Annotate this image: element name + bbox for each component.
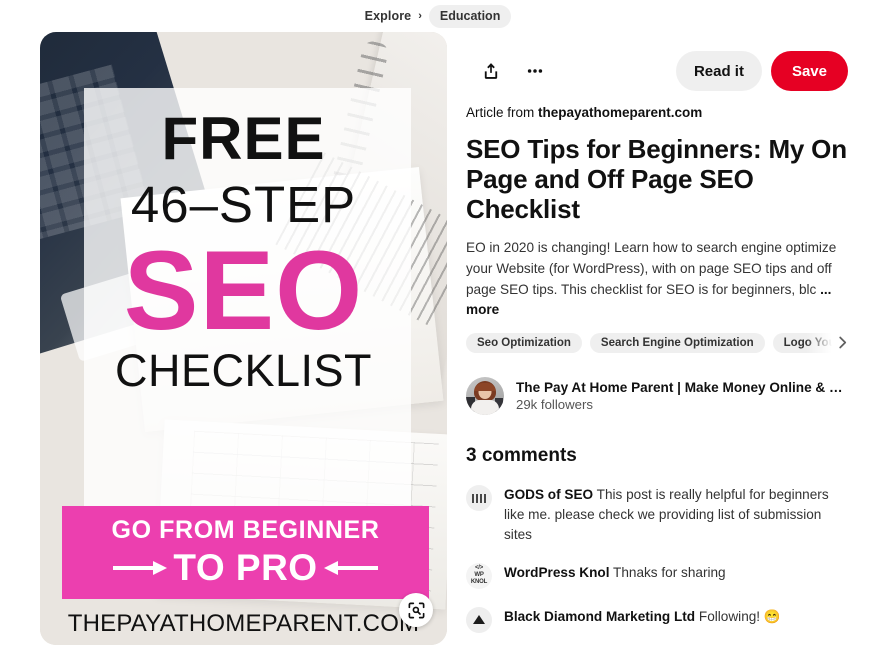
comment-emoji: 😁 <box>763 608 781 624</box>
creator-followers: 29k followers <box>516 397 593 413</box>
comment-author[interactable]: GODS of SEO <box>504 487 593 502</box>
pin-text-checklist: CHECKLIST <box>114 344 373 396</box>
breadcrumb: Explore › Education <box>0 4 876 28</box>
avatar-hair-front <box>474 383 496 392</box>
comment-item: </> WP KNOL WordPress Knol Thnaks for sha… <box>466 562 848 589</box>
comment-body: Black Diamond Marketing Ltd Following! 😁 <box>504 607 781 633</box>
pin-tags: Seo Optimization Search Engine Optimizat… <box>466 333 848 358</box>
share-icon <box>484 63 498 79</box>
comment-avatar-logo <box>471 493 487 503</box>
visual-search-button[interactable] <box>399 593 433 627</box>
comment-item: Black Diamond Marketing Ltd Following! 😁 <box>466 606 848 633</box>
pin-description: EO in 2020 is changing! Learn how to sea… <box>466 238 848 321</box>
breadcrumb-category-education[interactable]: Education <box>428 4 512 28</box>
creator-profile-text: The Pay At Home Parent | Make Money Onli… <box>516 380 846 412</box>
comment-text: Following! <box>698 608 761 624</box>
pin-pink-banner: GO FROM BEGINNER TO PRO <box>62 506 429 599</box>
avatar-body <box>471 400 499 416</box>
ellipsis-icon <box>527 69 543 73</box>
arrow-left-icon <box>323 561 378 575</box>
comment-author[interactable]: Black Diamond Marketing Ltd <box>504 609 695 624</box>
comment-item: GODS of SEO This post is really helpful … <box>466 485 848 545</box>
chevron-right-icon <box>839 336 847 349</box>
comment-text: Thnaks for sharing <box>613 564 726 580</box>
pin-detail-panel: Read it Save Article from thepayathomepa… <box>466 48 848 662</box>
pin-text-seo: SEO <box>123 228 364 353</box>
arrow-right-icon <box>113 561 168 575</box>
comment-avatar[interactable]: </> WP KNOL <box>466 562 492 589</box>
tags-next-button[interactable] <box>831 336 848 354</box>
save-button[interactable]: Save <box>770 51 848 91</box>
comment-body: WordPress Knol Thnaks for sharing <box>504 563 726 589</box>
comment-author[interactable]: WordPress Knol <box>504 565 610 580</box>
read-it-button[interactable]: Read it <box>675 51 762 91</box>
pin-image[interactable]: FREE 46–STEP SEO CHECKLIST GO FROM BEGIN… <box>40 32 447 645</box>
pin-text-website-url: THEPAYATHOMEPARENT.COM <box>67 610 420 637</box>
pin-title: SEO Tips for Beginners: My On Page and O… <box>466 134 847 225</box>
pin-tag[interactable]: Search Engine Optimization <box>589 333 765 354</box>
creator-name[interactable]: The Pay At Home Parent | Make Money Onli… <box>516 380 846 395</box>
visual-search-icon <box>408 602 424 618</box>
pin-detail-page: Explore › Education FREE 46–STEP SEO CHE… <box>0 0 876 662</box>
pin-source-prefix: Article from <box>466 105 539 120</box>
comment-avatar[interactable] <box>466 606 492 633</box>
comments-heading: 3 comments <box>466 445 577 467</box>
pin-action-row: Read it Save <box>466 48 848 94</box>
pin-tags-list: Seo Optimization Search Engine Optimizat… <box>466 333 848 354</box>
banner-to-pro-text: TO PRO <box>173 547 318 588</box>
pin-tag[interactable]: Seo Optimization <box>466 333 582 354</box>
chevron-right-icon: › <box>418 9 422 22</box>
more-options-button[interactable] <box>518 54 552 88</box>
pin-description-text: EO in 2020 is changing! Learn how to sea… <box>466 240 837 297</box>
pin-source: Article from thepayathomeparent.com <box>466 105 848 120</box>
pin-text-free: FREE <box>161 105 326 172</box>
pin-source-domain[interactable]: thepayathomeparent.com <box>538 105 702 120</box>
breadcrumb-explore[interactable]: Explore <box>365 9 412 23</box>
comment-avatar-logo <box>473 615 485 625</box>
share-button[interactable] <box>474 54 508 88</box>
comment-avatar-logo: </> WP KNOL <box>470 565 488 586</box>
pin-text-steps: 46–STEP <box>130 176 357 233</box>
avatar <box>466 377 504 416</box>
banner-line-to-pro: TO PRO <box>113 547 378 589</box>
comment-body: GODS of SEO This post is really helpful … <box>504 485 848 545</box>
comment-avatar[interactable] <box>466 485 492 512</box>
banner-line-beginner: GO FROM BEGINNER <box>111 516 380 544</box>
creator-profile[interactable]: The Pay At Home Parent | Make Money Onli… <box>466 377 848 416</box>
